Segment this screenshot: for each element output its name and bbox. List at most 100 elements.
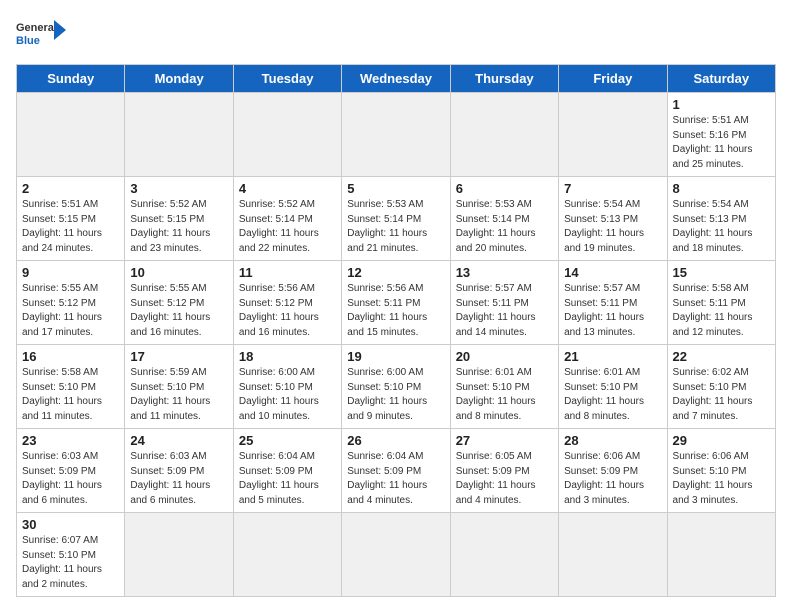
calendar-week-row: 9 Sunrise: 5:55 AM Sunset: 5:12 PM Daylig…	[17, 261, 776, 345]
cell-info: Sunrise: 6:04 AM Sunset: 5:09 PM Dayligh…	[347, 450, 444, 508]
calendar-cell	[342, 513, 450, 597]
cell-info: Sunrise: 6:00 AM Sunset: 5:10 PM Dayligh…	[239, 366, 336, 424]
day-number: 6	[456, 181, 553, 196]
weekday-header: Tuesday	[233, 65, 341, 93]
calendar-cell: 7 Sunrise: 5:54 AM Sunset: 5:13 PM Daylig…	[559, 177, 667, 261]
calendar-cell: 27 Sunrise: 6:05 AM Sunset: 5:09 PM Dayli…	[450, 429, 558, 513]
weekday-row: SundayMondayTuesdayWednesdayThursdayFrid…	[17, 65, 776, 93]
calendar-cell: 23 Sunrise: 6:03 AM Sunset: 5:09 PM Dayli…	[17, 429, 125, 513]
weekday-header: Sunday	[17, 65, 125, 93]
cell-info: Sunrise: 6:05 AM Sunset: 5:09 PM Dayligh…	[456, 450, 553, 508]
day-number: 23	[22, 433, 119, 448]
cell-info: Sunrise: 6:01 AM Sunset: 5:10 PM Dayligh…	[456, 366, 553, 424]
day-number: 15	[673, 265, 770, 280]
day-number: 10	[130, 265, 227, 280]
cell-info: Sunrise: 5:54 AM Sunset: 5:13 PM Dayligh…	[673, 198, 770, 256]
calendar-cell	[125, 93, 233, 177]
cell-info: Sunrise: 5:54 AM Sunset: 5:13 PM Dayligh…	[564, 198, 661, 256]
calendar-cell: 3Sunrise: 5:52 AM Sunset: 5:15 PM Daylig…	[125, 177, 233, 261]
calendar-cell: 22Sunrise: 6:02 AM Sunset: 5:10 PM Dayli…	[667, 345, 775, 429]
calendar-cell	[559, 93, 667, 177]
calendar-cell: 25 Sunrise: 6:04 AM Sunset: 5:09 PM Dayli…	[233, 429, 341, 513]
logo-icon: General Blue	[16, 16, 66, 56]
day-number: 11	[239, 265, 336, 280]
calendar-cell: 6 Sunrise: 5:53 AM Sunset: 5:14 PM Daylig…	[450, 177, 558, 261]
day-number: 16	[22, 349, 119, 364]
cell-info: Sunrise: 5:58 AM Sunset: 5:10 PM Dayligh…	[22, 366, 119, 424]
calendar-week-row: 23 Sunrise: 6:03 AM Sunset: 5:09 PM Dayli…	[17, 429, 776, 513]
weekday-header: Wednesday	[342, 65, 450, 93]
weekday-header: Friday	[559, 65, 667, 93]
cell-info: Sunrise: 5:56 AM Sunset: 5:11 PM Dayligh…	[347, 282, 444, 340]
day-number: 28	[564, 433, 661, 448]
cell-info: Sunrise: 5:51 AM Sunset: 5:15 PM Dayligh…	[22, 198, 119, 256]
cell-info: Sunrise: 6:03 AM Sunset: 5:09 PM Dayligh…	[130, 450, 227, 508]
day-number: 27	[456, 433, 553, 448]
calendar-cell: 20 Sunrise: 6:01 AM Sunset: 5:10 PM Dayli…	[450, 345, 558, 429]
calendar-cell	[450, 93, 558, 177]
cell-info: Sunrise: 5:53 AM Sunset: 5:14 PM Dayligh…	[456, 198, 553, 256]
cell-info: Sunrise: 5:56 AM Sunset: 5:12 PM Dayligh…	[239, 282, 336, 340]
day-number: 30	[22, 517, 119, 532]
calendar-cell: 2 Sunrise: 5:51 AM Sunset: 5:15 PM Daylig…	[17, 177, 125, 261]
calendar-cell: 1Sunrise: 5:51 AM Sunset: 5:16 PM Daylig…	[667, 93, 775, 177]
page: General Blue SundayMondayTuesdayWednesda…	[0, 0, 792, 605]
day-number: 18	[239, 349, 336, 364]
calendar-week-row: 16 Sunrise: 5:58 AM Sunset: 5:10 PM Dayli…	[17, 345, 776, 429]
calendar-cell: 4 Sunrise: 5:52 AM Sunset: 5:14 PM Daylig…	[233, 177, 341, 261]
day-number: 9	[22, 265, 119, 280]
cell-info: Sunrise: 5:57 AM Sunset: 5:11 PM Dayligh…	[456, 282, 553, 340]
day-number: 5	[347, 181, 444, 196]
cell-info: Sunrise: 6:07 AM Sunset: 5:10 PM Dayligh…	[22, 534, 119, 592]
calendar-cell: 5Sunrise: 5:53 AM Sunset: 5:14 PM Daylig…	[342, 177, 450, 261]
cell-info: Sunrise: 6:02 AM Sunset: 5:10 PM Dayligh…	[673, 366, 770, 424]
cell-info: Sunrise: 6:03 AM Sunset: 5:09 PM Dayligh…	[22, 450, 119, 508]
calendar-cell: 17 Sunrise: 5:59 AM Sunset: 5:10 PM Dayli…	[125, 345, 233, 429]
day-number: 3	[130, 181, 227, 196]
day-number: 29	[673, 433, 770, 448]
calendar-cell	[450, 513, 558, 597]
day-number: 7	[564, 181, 661, 196]
calendar-cell: 11 Sunrise: 5:56 AM Sunset: 5:12 PM Dayli…	[233, 261, 341, 345]
day-number: 24	[130, 433, 227, 448]
day-number: 1	[673, 97, 770, 112]
day-number: 21	[564, 349, 661, 364]
cell-info: Sunrise: 5:52 AM Sunset: 5:14 PM Dayligh…	[239, 198, 336, 256]
calendar-week-row: 2 Sunrise: 5:51 AM Sunset: 5:15 PM Daylig…	[17, 177, 776, 261]
cell-info: Sunrise: 6:04 AM Sunset: 5:09 PM Dayligh…	[239, 450, 336, 508]
calendar-cell: 24 Sunrise: 6:03 AM Sunset: 5:09 PM Dayli…	[125, 429, 233, 513]
day-number: 4	[239, 181, 336, 196]
calendar-body: 1Sunrise: 5:51 AM Sunset: 5:16 PM Daylig…	[17, 93, 776, 597]
cell-info: Sunrise: 6:06 AM Sunset: 5:09 PM Dayligh…	[564, 450, 661, 508]
calendar-week-row: 1Sunrise: 5:51 AM Sunset: 5:16 PM Daylig…	[17, 93, 776, 177]
calendar-cell: 28 Sunrise: 6:06 AM Sunset: 5:09 PM Dayli…	[559, 429, 667, 513]
day-number: 25	[239, 433, 336, 448]
day-number: 26	[347, 433, 444, 448]
day-number: 2	[22, 181, 119, 196]
calendar-cell: 16 Sunrise: 5:58 AM Sunset: 5:10 PM Dayli…	[17, 345, 125, 429]
day-number: 8	[673, 181, 770, 196]
calendar-cell	[17, 93, 125, 177]
svg-text:General: General	[16, 22, 57, 34]
weekday-header: Thursday	[450, 65, 558, 93]
day-number: 20	[456, 349, 553, 364]
calendar-cell	[233, 513, 341, 597]
calendar-cell: 12Sunrise: 5:56 AM Sunset: 5:11 PM Dayli…	[342, 261, 450, 345]
svg-text:Blue: Blue	[16, 35, 40, 47]
header: General Blue	[16, 16, 776, 56]
cell-info: Sunrise: 5:55 AM Sunset: 5:12 PM Dayligh…	[130, 282, 227, 340]
calendar-cell: 15 Sunrise: 5:58 AM Sunset: 5:11 PM Dayli…	[667, 261, 775, 345]
day-number: 17	[130, 349, 227, 364]
weekday-header: Saturday	[667, 65, 775, 93]
calendar-cell	[342, 93, 450, 177]
calendar-header: SundayMondayTuesdayWednesdayThursdayFrid…	[17, 65, 776, 93]
cell-info: Sunrise: 5:59 AM Sunset: 5:10 PM Dayligh…	[130, 366, 227, 424]
day-number: 13	[456, 265, 553, 280]
calendar-cell	[559, 513, 667, 597]
calendar-cell	[125, 513, 233, 597]
calendar-cell: 13 Sunrise: 5:57 AM Sunset: 5:11 PM Dayli…	[450, 261, 558, 345]
calendar-cell: 18 Sunrise: 6:00 AM Sunset: 5:10 PM Dayli…	[233, 345, 341, 429]
calendar-cell: 19Sunrise: 6:00 AM Sunset: 5:10 PM Dayli…	[342, 345, 450, 429]
cell-info: Sunrise: 5:58 AM Sunset: 5:11 PM Dayligh…	[673, 282, 770, 340]
calendar-cell: 29Sunrise: 6:06 AM Sunset: 5:10 PM Dayli…	[667, 429, 775, 513]
